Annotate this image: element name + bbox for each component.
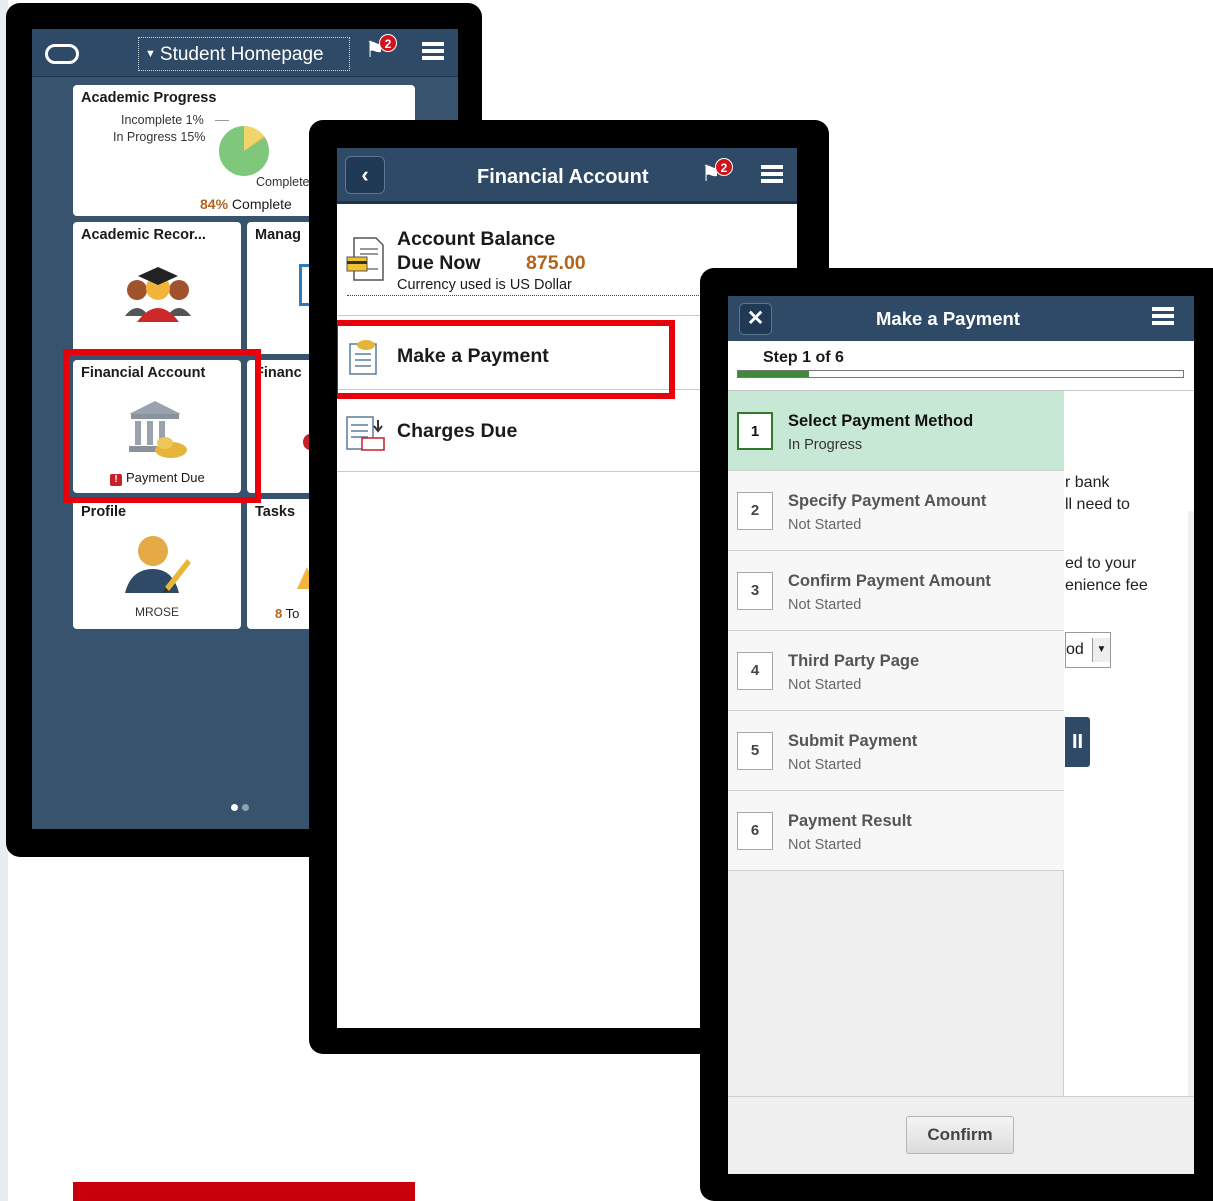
currency-note: Currency used is US Dollar — [397, 277, 572, 293]
step-item[interactable]: 3 Confirm Payment Amount Not Started — [728, 551, 1064, 631]
charges-due-label: Charges Due — [397, 420, 518, 442]
tile-title: Manag — [255, 227, 301, 243]
balance-title: Account Balance — [397, 228, 556, 250]
balance-amount: 875.00 — [526, 252, 586, 274]
make-payment-highlight — [337, 320, 675, 399]
homepage-selector[interactable]: ▼ Student Homepage — [138, 37, 350, 71]
make-payment-screen: ✕ Make a Payment Step 1 of 6 r bank ll n… — [728, 296, 1194, 1174]
financial-account-highlight — [63, 349, 261, 503]
step-status: Not Started — [788, 677, 862, 693]
page-dot-active[interactable] — [231, 804, 238, 811]
step-number: 3 — [737, 572, 773, 610]
progress-summary: 84% Complete — [200, 196, 292, 212]
tile-title: Academic Recor... — [81, 227, 206, 243]
confirm-button[interactable]: Confirm — [906, 1116, 1014, 1154]
profile-username: MROSE — [134, 605, 179, 619]
step-item[interactable]: 6 Payment Result Not Started — [728, 791, 1064, 871]
statement-icon — [346, 237, 384, 281]
background-text: enience fee — [1065, 577, 1148, 594]
menu-icon[interactable] — [761, 165, 783, 183]
step-status: Not Started — [788, 837, 862, 853]
step-name: Specify Payment Amount — [788, 492, 987, 510]
step-progress-bar: Step 1 of 6 — [728, 341, 1194, 391]
step-list: 1 Select Payment Method In Progress 2 Sp… — [728, 391, 1064, 1096]
dropdown-value: od — [1066, 641, 1084, 658]
tile-title: Tasks — [255, 504, 296, 520]
step-item[interactable]: 2 Specify Payment Amount Not Started — [728, 471, 1064, 551]
tile-title: Profile — [81, 504, 127, 520]
step-number: 6 — [737, 812, 773, 850]
step-number: 4 — [737, 652, 773, 690]
step-number: 2 — [737, 492, 773, 530]
back-button[interactable]: ‹ — [345, 156, 385, 194]
background-button[interactable]: II — [1065, 717, 1090, 767]
progress-pie-chart — [219, 126, 269, 176]
step-number: 1 — [737, 412, 773, 450]
financial-account-header: ‹ Financial Account ⚑ 2 — [337, 148, 797, 204]
progress-percent-label: Complete — [231, 196, 292, 212]
caret-down-icon: ▼ — [145, 48, 156, 60]
homepage-header: ▼ Student Homepage ⚑ 2 — [32, 29, 458, 77]
menu-icon[interactable] — [422, 42, 444, 60]
make-payment-device: ✕ Make a Payment Step 1 of 6 r bank ll n… — [700, 268, 1213, 1201]
menu-icon[interactable] — [1152, 307, 1174, 325]
step-name: Select Payment Method — [788, 412, 974, 430]
legend-incomplete: Incomplete 1% — [121, 113, 204, 127]
notification-badge: 2 — [715, 158, 733, 176]
step-status: Not Started — [788, 597, 862, 613]
chevron-left-icon: ‹ — [361, 162, 369, 187]
profile-icon — [125, 536, 191, 593]
make-payment-title: Make a Payment — [876, 308, 1020, 329]
legend-complete: Complete — [256, 175, 310, 189]
tile-title: Academic Progress — [81, 90, 217, 106]
charges-icon — [346, 416, 385, 451]
step-status: Not Started — [788, 517, 862, 533]
scrollbar-track[interactable] — [1188, 391, 1194, 1096]
step-indicator: Step 1 of 6 — [763, 349, 844, 366]
oracle-logo-icon[interactable] — [45, 44, 79, 64]
tile-profile[interactable]: Profile MROSE — [73, 499, 241, 629]
payment-method-dropdown[interactable]: od ▼ — [1065, 632, 1111, 668]
step-name: Submit Payment — [788, 732, 918, 750]
step-name: Payment Result — [788, 812, 912, 830]
step-status: Not Started — [788, 757, 862, 773]
tasks-count: 8 — [275, 606, 283, 621]
step-name: Third Party Page — [788, 652, 920, 670]
tile-academic-records[interactable]: Academic Recor... — [73, 222, 241, 354]
graduate-icon — [125, 267, 191, 322]
progress-track — [737, 370, 1184, 378]
make-payment-header: ✕ Make a Payment — [728, 296, 1194, 341]
close-icon: ✕ — [746, 307, 765, 330]
legend-leader-line — [215, 120, 229, 121]
close-button[interactable]: ✕ — [739, 303, 772, 335]
progress-percent: 84% — [200, 196, 229, 212]
step-item[interactable]: 5 Submit Payment Not Started — [728, 711, 1064, 791]
page-indicator[interactable] — [231, 798, 253, 816]
legend-in-progress: In Progress 15% — [113, 130, 206, 144]
progress-fill — [738, 371, 810, 377]
background-text: r bank — [1065, 474, 1110, 491]
step-status: In Progress — [788, 437, 863, 453]
red-banner — [73, 1182, 415, 1201]
background-text: ed to your — [1065, 555, 1137, 572]
due-now-label: Due Now — [397, 252, 481, 274]
financial-account-title: Financial Account — [477, 166, 649, 188]
make-payment-footer: Confirm — [728, 1096, 1194, 1174]
background-text: ll need to — [1065, 496, 1130, 513]
tasks-count-label: To — [285, 606, 300, 621]
step-number: 5 — [737, 732, 773, 770]
dropdown-arrow-icon: ▼ — [1092, 638, 1110, 662]
step-item[interactable]: 4 Third Party Page Not Started — [728, 631, 1064, 711]
notification-badge: 2 — [379, 34, 397, 52]
tile-title: Financ — [255, 365, 302, 381]
step-name: Confirm Payment Amount — [788, 572, 991, 590]
page-dot[interactable] — [242, 804, 249, 811]
step-item[interactable]: 1 Select Payment Method In Progress — [728, 391, 1064, 471]
scrollbar-thumb[interactable] — [1188, 391, 1194, 511]
tasks-count-line: 8 To — [275, 606, 299, 621]
homepage-title: Student Homepage — [159, 44, 324, 65]
